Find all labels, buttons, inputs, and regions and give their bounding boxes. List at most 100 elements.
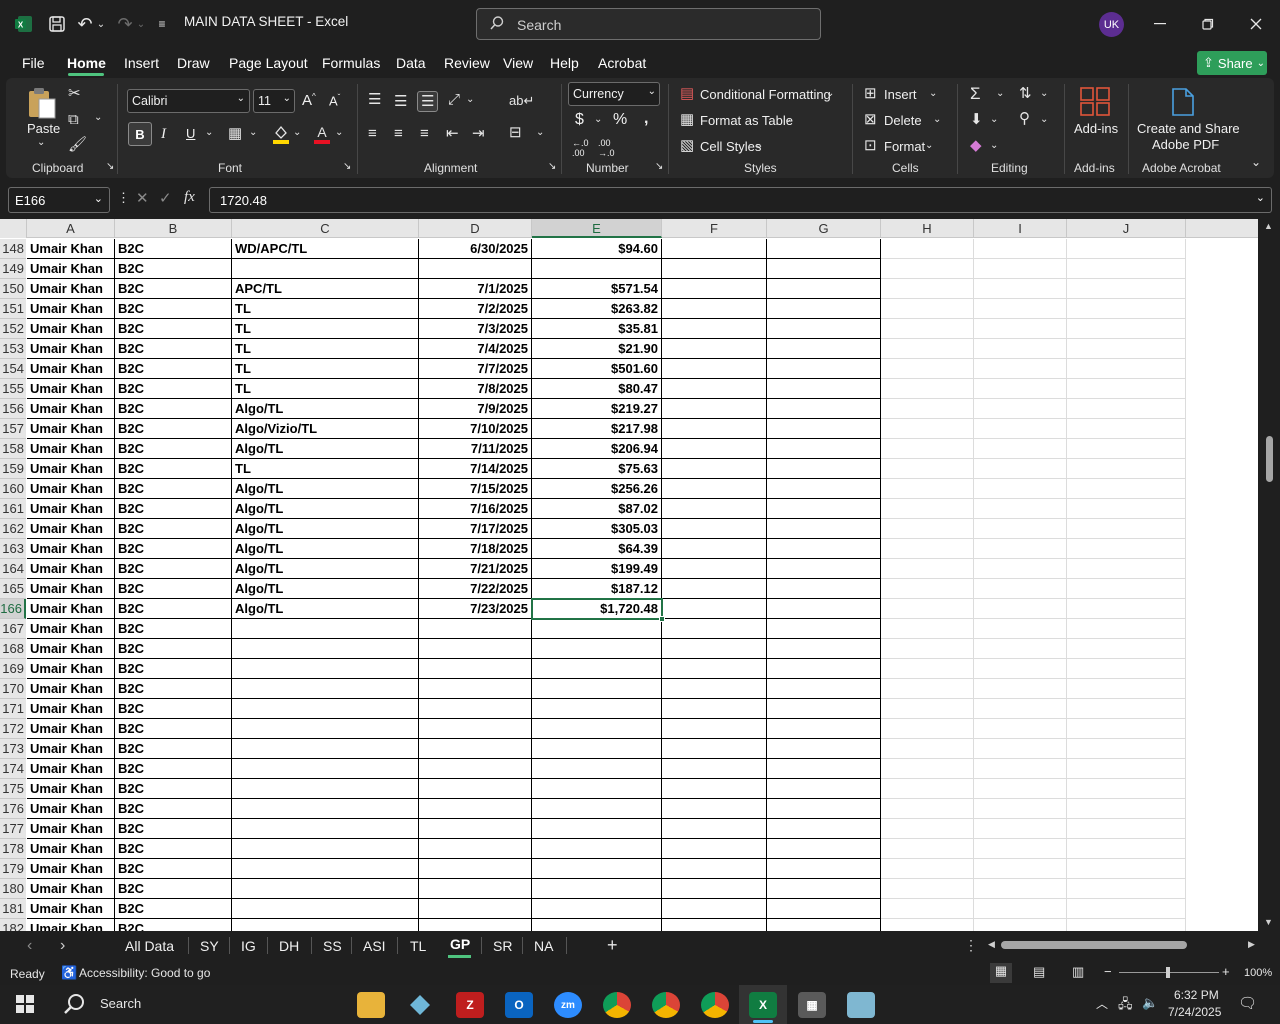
column-header-d[interactable]: D xyxy=(419,219,532,238)
row-header[interactable]: 177 xyxy=(0,819,26,839)
cell-c162[interactable]: Algo/TL xyxy=(232,519,419,539)
cell-d179[interactable] xyxy=(419,859,532,879)
cell-e163[interactable]: $64.39 xyxy=(532,539,662,559)
scroll-down-icon[interactable]: ▼ xyxy=(1264,917,1273,927)
cell-d158[interactable]: 7/11/2025 xyxy=(419,439,532,459)
cell-f151[interactable] xyxy=(662,299,767,319)
cell-i170[interactable] xyxy=(974,679,1067,699)
cell-h168[interactable] xyxy=(881,639,974,659)
insert-cells-button[interactable]: Insert xyxy=(884,87,917,102)
cell-e182[interactable] xyxy=(532,919,662,931)
cell-i168[interactable] xyxy=(974,639,1067,659)
cell-b154[interactable]: B2C xyxy=(115,359,232,379)
cell-d180[interactable] xyxy=(419,879,532,899)
cell-g168[interactable] xyxy=(767,639,881,659)
cell-g165[interactable] xyxy=(767,579,881,599)
more-options-icon[interactable]: ⋮ xyxy=(964,937,978,954)
cell-b158[interactable]: B2C xyxy=(115,439,232,459)
find-select-icon[interactable]: ⚲ xyxy=(1019,111,1030,126)
cell-d150[interactable]: 7/1/2025 xyxy=(419,279,532,299)
row-header[interactable]: 175 xyxy=(0,779,26,799)
cell-b178[interactable]: B2C xyxy=(115,839,232,859)
cell-a158[interactable]: Umair Khan xyxy=(27,439,115,459)
row-header[interactable]: 165 xyxy=(0,579,26,599)
cell-g175[interactable] xyxy=(767,779,881,799)
cell-g153[interactable] xyxy=(767,339,881,359)
insert-function-icon[interactable]: fx xyxy=(184,190,195,205)
cell-f182[interactable] xyxy=(662,919,767,931)
cell-c168[interactable] xyxy=(232,639,419,659)
cell-a148[interactable]: Umair Khan xyxy=(27,239,115,259)
cell-i179[interactable] xyxy=(974,859,1067,879)
cell-j170[interactable] xyxy=(1067,679,1186,699)
cell-e155[interactable]: $80.47 xyxy=(532,379,662,399)
cell-j171[interactable] xyxy=(1067,699,1186,719)
cell-f178[interactable] xyxy=(662,839,767,859)
cell-f174[interactable] xyxy=(662,759,767,779)
column-header-g[interactable]: G xyxy=(767,219,881,238)
cell-b162[interactable]: B2C xyxy=(115,519,232,539)
cell-b168[interactable]: B2C xyxy=(115,639,232,659)
sort-filter-icon[interactable]: ⇅ xyxy=(1019,86,1032,101)
cell-a155[interactable]: Umair Khan xyxy=(27,379,115,399)
zoom-app-icon[interactable]: zm xyxy=(554,992,582,1018)
align-top-icon[interactable]: ☰ xyxy=(368,92,381,107)
cell-f159[interactable] xyxy=(662,459,767,479)
row-header[interactable]: 171 xyxy=(0,699,26,719)
cell-c164[interactable]: Algo/TL xyxy=(232,559,419,579)
cell-c178[interactable] xyxy=(232,839,419,859)
formula-input[interactable]: 1720.48 ⌄ xyxy=(209,187,1272,213)
cell-j182[interactable] xyxy=(1067,919,1186,931)
column-header-h[interactable]: H xyxy=(881,219,974,238)
row-header[interactable]: 155 xyxy=(0,379,26,399)
cell-e175[interactable] xyxy=(532,779,662,799)
cell-a164[interactable]: Umair Khan xyxy=(27,559,115,579)
cell-b151[interactable]: B2C xyxy=(115,299,232,319)
cell-j177[interactable] xyxy=(1067,819,1186,839)
cell-h165[interactable] xyxy=(881,579,974,599)
cell-g181[interactable] xyxy=(767,899,881,919)
align-middle-icon[interactable]: ☰ xyxy=(394,94,407,109)
tab-review[interactable]: Review xyxy=(444,55,490,71)
cell-g161[interactable] xyxy=(767,499,881,519)
cell-i171[interactable] xyxy=(974,699,1067,719)
cell-h171[interactable] xyxy=(881,699,974,719)
cell-g169[interactable] xyxy=(767,659,881,679)
cell-h148[interactable] xyxy=(881,239,974,259)
format-as-table-icon[interactable]: ▦ xyxy=(680,112,694,127)
cell-b163[interactable]: B2C xyxy=(115,539,232,559)
format-as-table-button[interactable]: Format as Table xyxy=(700,113,793,128)
sheet-tab-gp[interactable]: GP xyxy=(450,936,470,952)
cell-h172[interactable] xyxy=(881,719,974,739)
cell-a151[interactable]: Umair Khan xyxy=(27,299,115,319)
cell-h174[interactable] xyxy=(881,759,974,779)
cell-i154[interactable] xyxy=(974,359,1067,379)
cell-a180[interactable]: Umair Khan xyxy=(27,879,115,899)
cell-e177[interactable] xyxy=(532,819,662,839)
cell-c148[interactable]: WD/APC/TL xyxy=(232,239,419,259)
cell-g158[interactable] xyxy=(767,439,881,459)
cell-f155[interactable] xyxy=(662,379,767,399)
cell-g164[interactable] xyxy=(767,559,881,579)
font-color-icon[interactable]: A xyxy=(313,124,331,147)
cell-f172[interactable] xyxy=(662,719,767,739)
number-launcher-icon[interactable]: ↘ xyxy=(655,162,663,172)
cell-e170[interactable] xyxy=(532,679,662,699)
cell-f164[interactable] xyxy=(662,559,767,579)
page-layout-view-icon[interactable]: ▤ xyxy=(1033,964,1045,980)
cell-b167[interactable]: B2C xyxy=(115,619,232,639)
cell-b157[interactable]: B2C xyxy=(115,419,232,439)
cell-h157[interactable] xyxy=(881,419,974,439)
cell-h182[interactable] xyxy=(881,919,974,931)
cell-j174[interactable] xyxy=(1067,759,1186,779)
cell-b160[interactable]: B2C xyxy=(115,479,232,499)
cell-i156[interactable] xyxy=(974,399,1067,419)
cell-c166[interactable]: Algo/TL xyxy=(232,599,419,619)
cell-e157[interactable]: $217.98 xyxy=(532,419,662,439)
cell-e168[interactable] xyxy=(532,639,662,659)
cell-b149[interactable]: B2C xyxy=(115,259,232,279)
cell-h163[interactable] xyxy=(881,539,974,559)
row-header[interactable]: 152 xyxy=(0,319,26,339)
cell-g150[interactable] xyxy=(767,279,881,299)
cell-e176[interactable] xyxy=(532,799,662,819)
